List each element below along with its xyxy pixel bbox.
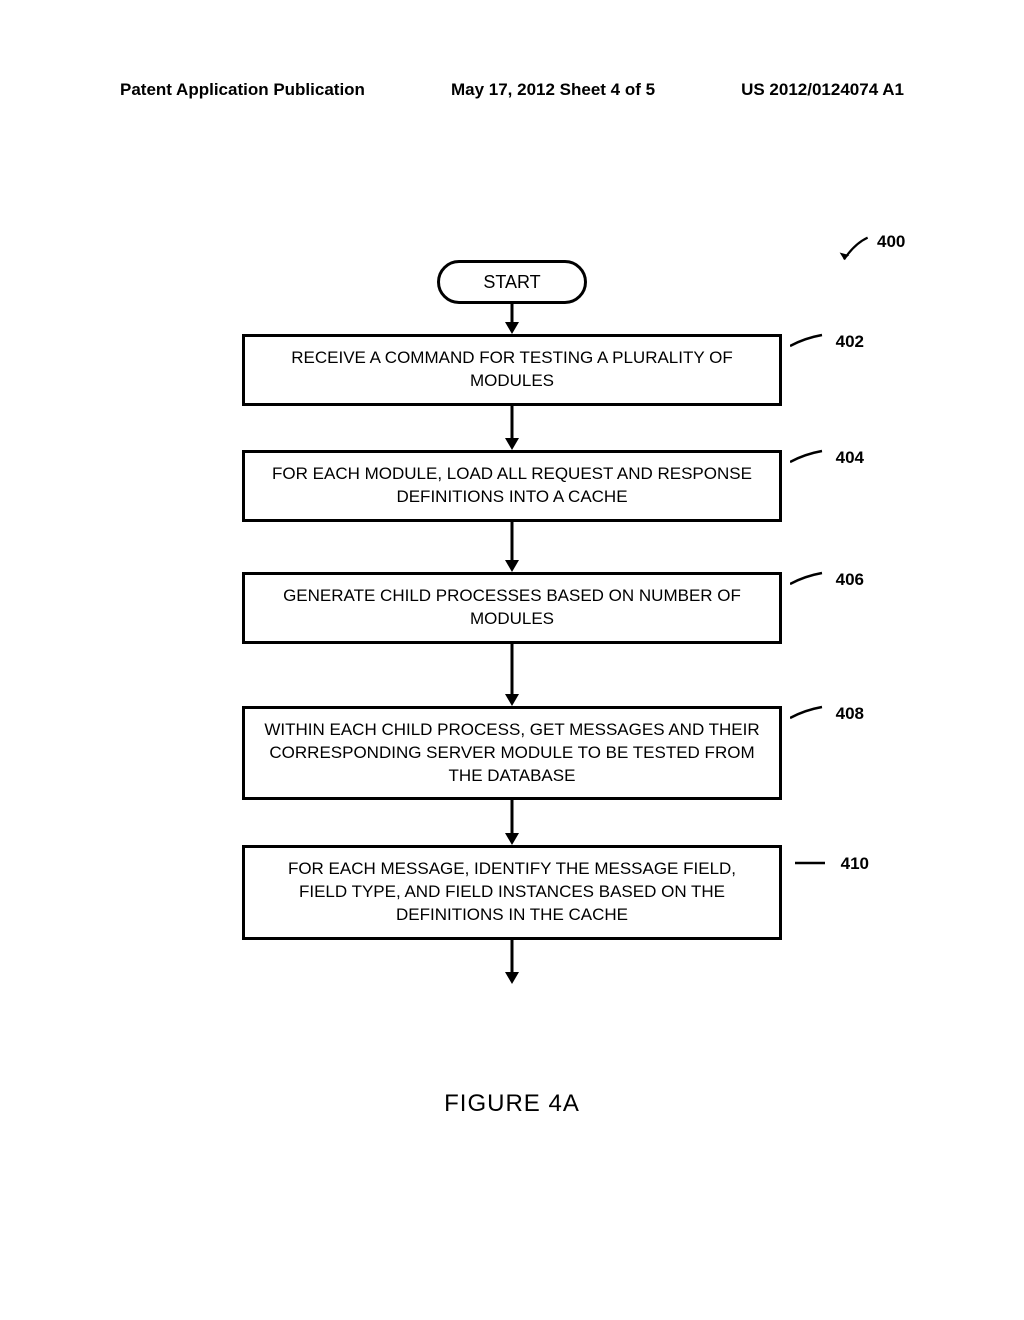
start-label: START xyxy=(483,272,540,293)
callout-line-icon xyxy=(790,332,830,352)
reference-label: 406 xyxy=(836,569,864,592)
reference-402: 402 xyxy=(790,331,864,354)
reference-label: 404 xyxy=(836,447,864,470)
figure-label-text: FIGURE 4A xyxy=(444,1090,580,1117)
callout-line-icon xyxy=(790,704,830,724)
reference-label: 400 xyxy=(877,232,905,252)
reference-404: 404 xyxy=(790,447,864,470)
process-text: RECEIVE A COMMAND FOR TESTING A PLURALIT… xyxy=(291,348,732,390)
start-terminator: START xyxy=(437,260,587,304)
process-box-404: FOR EACH MODULE, LOAD ALL REQUEST AND RE… xyxy=(242,450,782,522)
arrow-connector xyxy=(232,940,792,984)
process-box-410: FOR EACH MESSAGE, IDENTIFY THE MESSAGE F… xyxy=(242,845,782,940)
arrow-connector xyxy=(232,644,792,706)
process-box-402: RECEIVE A COMMAND FOR TESTING A PLURALIT… xyxy=(242,334,782,406)
reference-label: 402 xyxy=(836,331,864,354)
arrow-connector xyxy=(232,800,792,845)
header-center: May 17, 2012 Sheet 4 of 5 xyxy=(451,80,655,100)
callout-line-icon xyxy=(795,855,835,875)
flowchart-container: 400 START RECEIVE A COMMAND FOR TESTING … xyxy=(232,260,792,984)
reference-410: 410 xyxy=(795,853,869,876)
down-arrow-icon xyxy=(502,406,522,450)
down-arrow-icon xyxy=(502,304,522,334)
process-text: GENERATE CHILD PROCESSES BASED ON NUMBER… xyxy=(283,586,741,628)
figure-caption: FIGURE 4A xyxy=(444,1090,580,1118)
reference-408: 408 xyxy=(790,703,864,726)
down-arrow-icon xyxy=(502,940,522,984)
patent-header: Patent Application Publication May 17, 2… xyxy=(0,80,1024,100)
callout-line-icon xyxy=(790,570,830,590)
process-text: FOR EACH MESSAGE, IDENTIFY THE MESSAGE F… xyxy=(288,859,736,924)
down-arrow-icon xyxy=(502,800,522,845)
arrow-connector xyxy=(232,522,792,572)
reference-label: 408 xyxy=(836,703,864,726)
arrow-connector xyxy=(232,304,792,334)
process-box-408: WITHIN EACH CHILD PROCESS, GET MESSAGES … xyxy=(242,706,782,801)
reference-406: 406 xyxy=(790,569,864,592)
callout-line-icon xyxy=(790,448,830,468)
arrow-connector xyxy=(232,406,792,450)
header-right: US 2012/0124074 A1 xyxy=(741,80,904,100)
header-left: Patent Application Publication xyxy=(120,80,365,100)
reference-label: 410 xyxy=(841,853,869,876)
reference-400: 400 xyxy=(837,235,872,275)
curved-arrow-icon xyxy=(837,235,872,270)
process-text: FOR EACH MODULE, LOAD ALL REQUEST AND RE… xyxy=(272,464,752,506)
down-arrow-icon xyxy=(502,644,522,706)
process-box-406: GENERATE CHILD PROCESSES BASED ON NUMBER… xyxy=(242,572,782,644)
down-arrow-icon xyxy=(502,522,522,572)
process-text: WITHIN EACH CHILD PROCESS, GET MESSAGES … xyxy=(264,720,759,785)
